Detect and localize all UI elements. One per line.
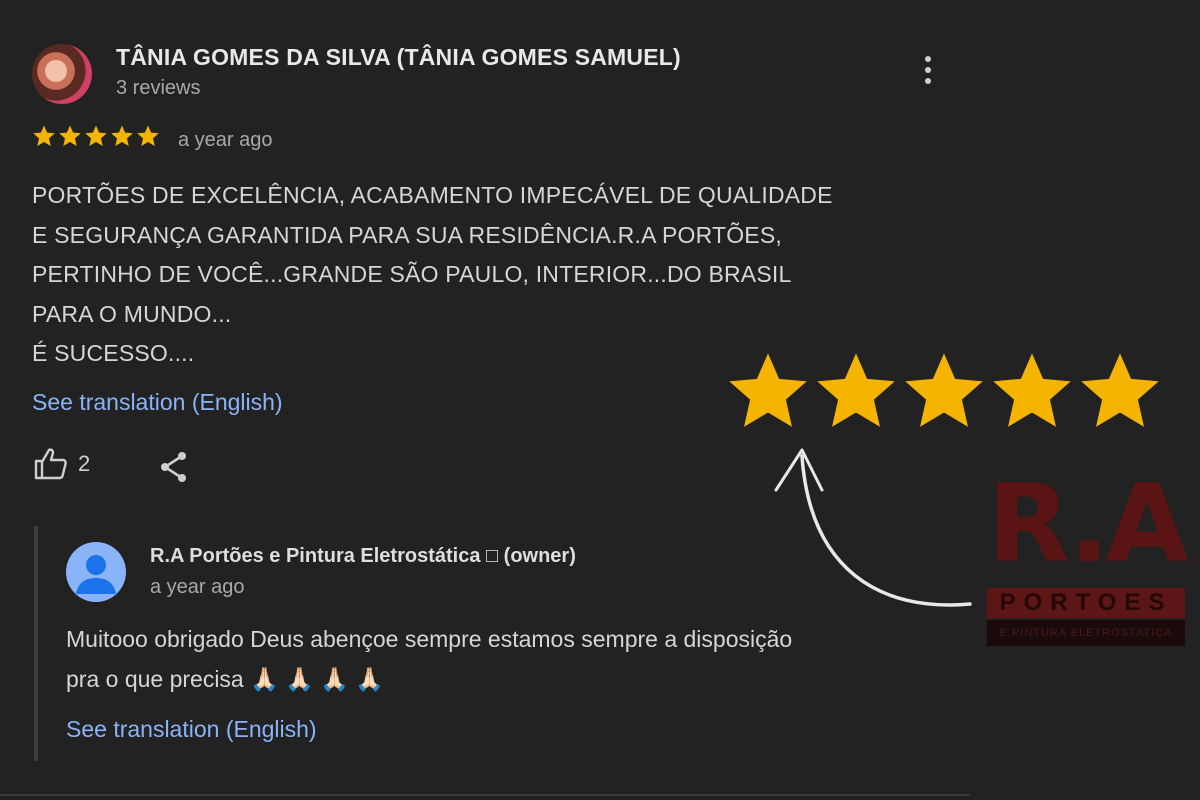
thumbs-up-icon: [34, 448, 67, 480]
owner-response-divider: [34, 526, 38, 761]
star-icon: [85, 125, 107, 146]
star-icon: [729, 353, 807, 427]
review-divider: [0, 794, 970, 796]
share-button[interactable]: [158, 450, 190, 489]
logo-bar: PORTOES: [987, 588, 1185, 618]
like-count: 2: [78, 451, 91, 476]
review-rating-stars: [32, 124, 160, 148]
owner-avatar[interactable]: [66, 542, 126, 602]
curved-arrow-icon: [774, 448, 972, 607]
like-button[interactable]: 2: [34, 448, 90, 480]
owner-response-date: a year ago: [150, 576, 245, 598]
big-rating-stars: [724, 348, 1164, 434]
share-icon: [161, 452, 186, 482]
owner-response-text: Muitooo obrigado Deus abençoe sempre est…: [66, 626, 793, 692]
more-options-button[interactable]: [918, 56, 938, 92]
star-icon: [33, 125, 55, 146]
reviewer-name[interactable]: TÂNIA GOMES DA SILVA (TÂNIA GOMES SAMUEL…: [116, 44, 681, 71]
star-icon: [111, 125, 133, 146]
logo-subtitle: E PINTURA ELETROSTATICA: [987, 620, 1185, 646]
ra-portoes-logo: R.A PORTOES E PINTURA ELETROSTATICA: [985, 462, 1189, 648]
more-vert-icon: [925, 56, 931, 62]
star-icon: [137, 125, 159, 146]
see-translation-link[interactable]: See translation (English): [32, 389, 283, 416]
reviewer-avatar[interactable]: [32, 44, 92, 104]
star-icon: [1081, 353, 1159, 427]
owner-see-translation-link[interactable]: See translation (English): [66, 716, 317, 743]
owner-name: R.A Portões e Pintura Eletrostática □ (o…: [150, 545, 576, 567]
star-icon: [993, 353, 1071, 427]
logo-mark: R.A: [987, 462, 1189, 587]
reviewer-review-count[interactable]: 3 reviews: [116, 77, 200, 100]
star-icon: [817, 353, 895, 427]
review-text: PORTÕES DE EXCELÊNCIA, ACABAMENTO IMPECÁ…: [32, 182, 833, 366]
star-icon: [905, 353, 983, 427]
star-icon: [59, 125, 81, 146]
review-date: a year ago: [178, 129, 273, 151]
person-icon: [76, 555, 116, 594]
